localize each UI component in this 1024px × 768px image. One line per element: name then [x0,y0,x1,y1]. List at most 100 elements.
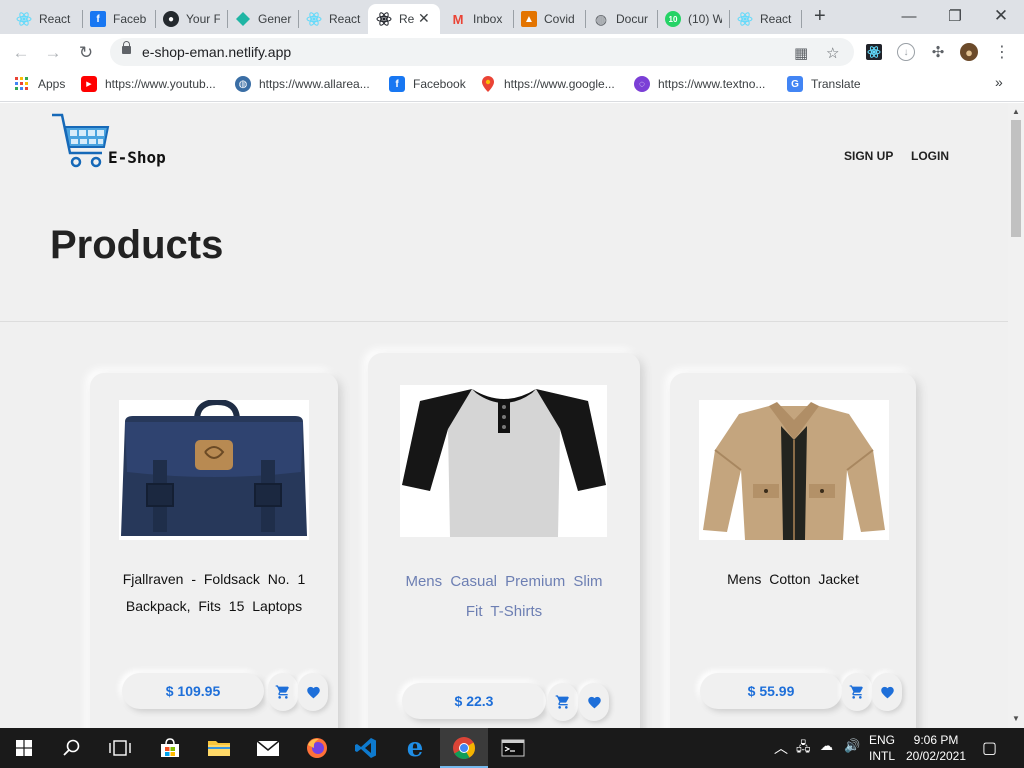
product-card[interactable]: Mens Cotton Jacket $ 55.99 [670,373,916,728]
profile-avatar[interactable]: ● [960,43,978,61]
mail-icon[interactable] [244,728,292,768]
scroll-down-arrow-icon[interactable]: ▼ [1012,714,1020,723]
scroll-up-arrow-icon[interactable]: ▲ [1012,107,1020,116]
apps-grid-icon [14,76,30,92]
store-icon[interactable] [146,728,194,768]
login-link[interactable]: LOGIN [911,149,949,163]
bookmark-google-maps[interactable]: https://www.google... [480,76,615,92]
extensions-puzzle-icon[interactable]: ✣ [929,43,947,61]
task-view-icon[interactable] [96,728,144,768]
logo-text[interactable]: E-Shop [108,148,166,167]
contact-icon: ▲ [521,11,537,27]
browser-tab[interactable]: M Inbox [442,4,514,34]
whatsapp-icon: 10 [665,11,681,27]
system-clock[interactable]: 9:06 PM 20/02/2021 [903,732,969,764]
maximize-button[interactable]: ❐ [932,2,978,30]
bookmark-textnow[interactable]: ◌ https://www.textno... [634,76,765,92]
add-to-wishlist-button[interactable] [298,673,328,711]
browser-tab-strip: React f Faceb ● Your F Gener React Re ✕ … [0,0,1024,34]
product-card[interactable]: Fjallraven - Foldsack No. 1 Backpack, Fi… [90,373,338,728]
notification-center-icon[interactable]: ▢ [982,738,997,758]
qr-code-icon[interactable]: ▦ [794,44,808,62]
bookmark-star-icon[interactable]: ☆ [826,44,839,62]
terminal-icon[interactable] [489,728,537,768]
product-title[interactable]: Mens Cotton Jacket [700,566,886,593]
github-icon: ● [163,11,179,27]
lock-icon [122,41,131,54]
product-title[interactable]: Mens Casual Premium Slim Fit T-Shirts [398,567,610,627]
product-title[interactable]: Fjallraven - Foldsack No. 1 Backpack, Fi… [120,566,308,620]
search-icon[interactable] [48,728,96,768]
download-icon[interactable]: ↓ [897,43,915,61]
translate-icon: G [787,76,803,92]
vscode-icon[interactable] [342,728,390,768]
clock-date: 20/02/2021 [905,749,967,763]
add-to-cart-button[interactable] [268,673,298,711]
forward-arrow-icon[interactable]: → [40,40,66,66]
close-tab-icon[interactable]: ✕ [418,10,430,27]
reload-icon[interactable]: ↻ [73,40,99,66]
new-tab-button[interactable]: + [814,5,826,28]
bookmarks-overflow-button[interactable]: » [995,74,1003,90]
browser-tab[interactable]: React [729,4,801,34]
scrollbar-thumb[interactable] [1011,120,1021,237]
cart-icon [275,685,289,699]
tab-title: Covid [544,12,575,26]
product-image-jacket[interactable] [699,400,889,540]
volume-icon[interactable]: 🔊 [844,738,860,754]
add-to-cart-button[interactable] [842,673,872,711]
browser-tab[interactable]: ◍ Docur [585,4,657,34]
add-to-wishlist-button[interactable] [872,673,902,711]
bookmark-youtube[interactable]: ▶ https://www.youtub... [81,76,216,92]
product-card-featured[interactable]: Mens Casual Premium Slim Fit T-Shirts $ … [368,353,640,728]
cloud-sync-icon[interactable]: ☁ [820,738,833,754]
network-icon[interactable]: 🖧 [796,738,811,760]
more-menu-icon[interactable]: ⋮ [993,43,1011,61]
back-arrow-icon[interactable]: ← [8,40,34,66]
show-hidden-icons-chevron-icon[interactable]: ︿ [774,738,788,758]
chat-icon: ◌ [634,76,650,92]
tab-title: Re [399,12,415,26]
browser-tab[interactable]: f Faceb [82,4,154,34]
tab-title: React [329,12,361,26]
chrome-icon[interactable] [440,728,488,768]
react-devtools-icon[interactable] [865,43,883,61]
bookmark-label: Apps [38,77,66,91]
edge-icon[interactable]: e [391,728,439,768]
add-to-wishlist-button[interactable] [579,683,609,721]
heart-icon [880,686,894,698]
browser-toolbar: ← → ↻ e-shop-eman.netlify.app ▦ ☆ ↓ ✣ ● … [0,34,1024,70]
bookmarks-bar: Apps ▶ https://www.youtub... ◍ https://w… [0,70,1024,102]
browser-tab[interactable]: React [8,4,80,34]
close-window-button[interactable]: ✕ [978,2,1024,30]
globe-icon: ◍ [594,10,608,27]
firefox-icon[interactable] [293,728,341,768]
browser-tab-active[interactable]: Re ✕ [368,4,440,34]
browser-tab[interactable]: ● Your F [155,4,227,34]
product-price: $ 55.99 [700,673,842,709]
page-scrollbar[interactable]: ▲ ▼ [1008,103,1024,728]
bookmark-allarea[interactable]: ◍ https://www.allarea... [235,76,370,92]
browser-tab[interactable]: React [298,4,370,34]
bookmark-facebook[interactable]: f Facebook [389,76,466,92]
page-viewport: E-Shop SIGN UP LOGIN Products Fjallraven… [0,103,1008,728]
bookmark-translate[interactable]: G Translate [787,76,861,92]
react-icon [737,11,753,27]
product-image-tshirt[interactable] [400,385,607,537]
browser-tab[interactable]: ▲ Covid [513,4,585,34]
windows-start-icon[interactable] [0,728,48,768]
browser-tab[interactable]: Gener [227,4,299,34]
language-indicator[interactable]: ENG INTL [866,732,898,764]
file-explorer-icon[interactable] [195,728,243,768]
address-bar[interactable]: e-shop-eman.netlify.app ▦ ☆ [110,38,854,66]
bookmark-apps[interactable]: Apps [14,76,65,92]
windows-taskbar: e ︿ 🖧 ☁ 🔊 ENG INTL 9:06 PM 20/02/2021 ▢ [0,728,1024,768]
minimize-button[interactable]: — [886,2,932,30]
cart-icon [555,695,569,709]
heart-icon [587,696,601,708]
add-to-cart-button[interactable] [548,683,578,721]
react-icon [306,11,322,27]
product-image-backpack[interactable] [119,400,309,540]
signup-link[interactable]: SIGN UP [844,149,893,163]
browser-tab[interactable]: 10 (10) W [657,4,729,34]
